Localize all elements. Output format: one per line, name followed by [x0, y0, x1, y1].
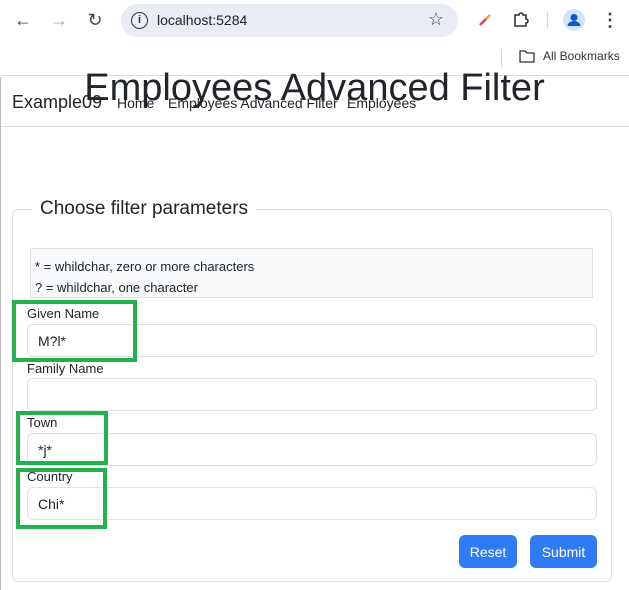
- highlight-country: [16, 468, 107, 529]
- family-name-label: Family Name: [27, 361, 104, 376]
- bookmarks-divider: [501, 49, 502, 67]
- address-bar[interactable]: i localhost:5284 ☆: [121, 4, 458, 37]
- family-name-input[interactable]: [27, 378, 597, 411]
- eyedropper-icon[interactable]: [473, 8, 497, 32]
- fieldset-legend: Choose filter parameters: [32, 198, 257, 220]
- toolbar-divider: [547, 12, 548, 28]
- more-icon[interactable]: ⋮: [598, 8, 622, 32]
- highlight-town: [16, 411, 108, 465]
- profile-icon[interactable]: [562, 8, 586, 32]
- back-icon[interactable]: ←: [11, 8, 35, 32]
- wildcard-hint: * = whildchar, zero or more characters ?…: [30, 248, 593, 298]
- town-input[interactable]: [27, 433, 597, 466]
- forward-icon[interactable]: →: [47, 8, 71, 32]
- country-input[interactable]: [27, 487, 597, 520]
- star-icon[interactable]: ☆: [428, 9, 444, 30]
- hint-line: ? = whildchar, one character: [35, 280, 198, 295]
- reload-icon[interactable]: ↻: [83, 8, 107, 32]
- folder-icon: [519, 49, 535, 63]
- all-bookmarks-label: All Bookmarks: [543, 49, 620, 63]
- hint-line: * = whildchar, zero or more characters: [35, 259, 255, 274]
- url-text[interactable]: localhost:5284: [157, 12, 247, 28]
- all-bookmarks-button[interactable]: All Bookmarks: [519, 49, 620, 63]
- info-icon[interactable]: i: [131, 12, 148, 29]
- reset-button[interactable]: Reset: [459, 535, 517, 568]
- page-title: Employees Advanced Filter: [84, 67, 545, 109]
- extensions-icon[interactable]: [509, 8, 533, 32]
- submit-button[interactable]: Submit: [530, 535, 597, 568]
- browser-toolbar: ← → ↻ i localhost:5284 ☆ ⋮: [0, 0, 629, 40]
- highlight-given-name: [12, 300, 137, 362]
